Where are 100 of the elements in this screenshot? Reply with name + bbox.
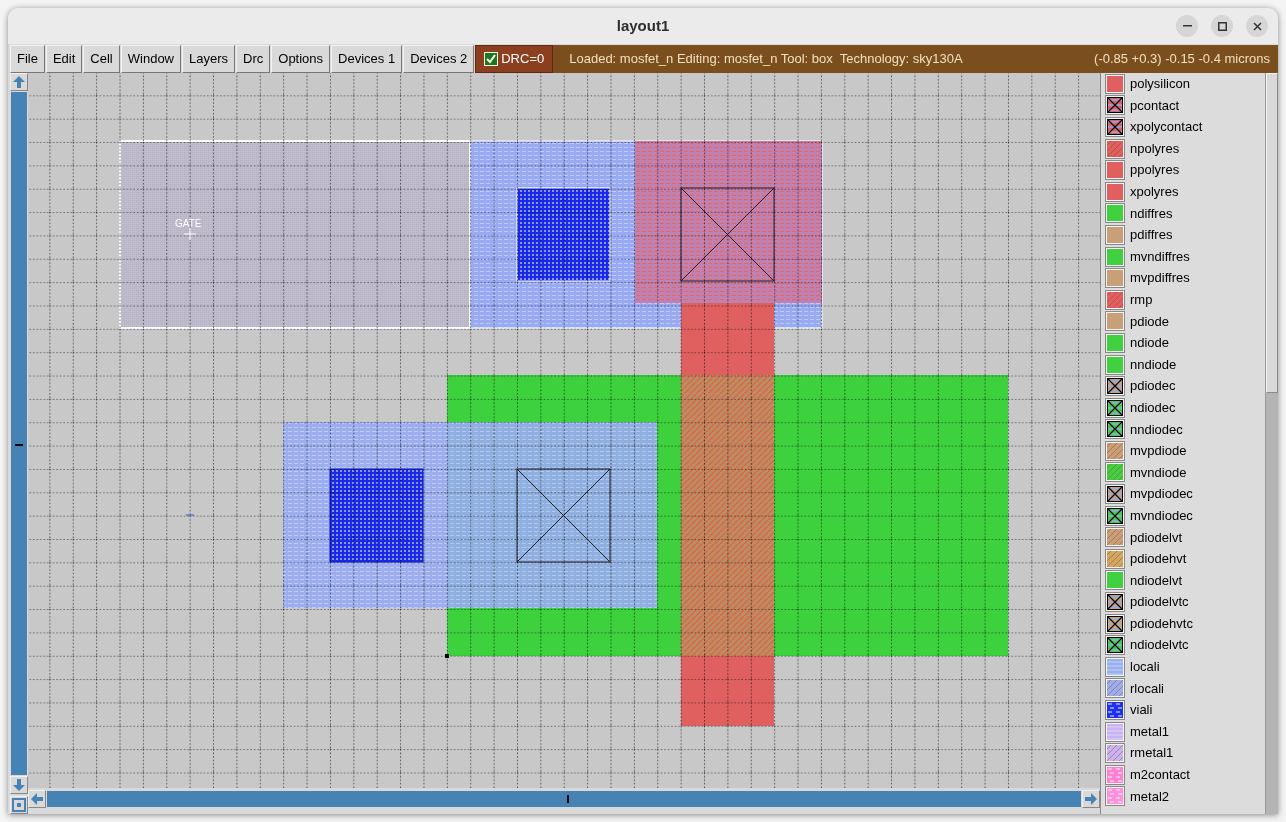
layer-swatch-icon: [1105, 743, 1125, 764]
layer-name[interactable]: locali: [1130, 657, 1160, 677]
layer-swatch-icon: [1105, 548, 1125, 569]
minimize-icon: [1182, 25, 1192, 27]
layer-name[interactable]: ndiodelvtc: [1130, 635, 1189, 655]
layer-swatch-icon: [1105, 635, 1125, 656]
layer-name[interactable]: rmp: [1130, 290, 1153, 310]
maximize-button[interactable]: [1211, 15, 1233, 37]
layer-name[interactable]: pdiffres: [1130, 225, 1173, 245]
layer-name[interactable]: metal1: [1130, 721, 1170, 742]
layer-swatch-icon: [1105, 268, 1125, 289]
layer-name[interactable]: pdiodehvtc: [1130, 613, 1193, 634]
layer-name[interactable]: pdiodec: [1130, 376, 1176, 396]
layer-swatch-icon: [1105, 160, 1125, 181]
layer-swatch-icon: [1105, 117, 1125, 137]
layer-swatch-icon: [1105, 700, 1125, 720]
layer-swatch-icon: [1105, 138, 1125, 159]
layer-swatch-icon: [1105, 397, 1125, 418]
layer-swatch-icon: [1105, 678, 1125, 699]
layer-name[interactable]: npolyres: [1130, 138, 1180, 159]
layer-list-scrollbar[interactable]: [1265, 73, 1278, 814]
minimize-button[interactable]: [1176, 15, 1198, 37]
layer-swatch-icon: [1105, 570, 1125, 591]
layer-swatch-icon: [1105, 95, 1125, 116]
gate-label: GATE: [175, 219, 202, 229]
menu-button[interactable]: Window: [120, 45, 181, 73]
layer-swatch-icon: [1105, 181, 1125, 202]
scroll-left-button[interactable]: [28, 790, 46, 808]
layer-name[interactable]: rmetal1: [1130, 743, 1174, 763]
layer-swatch-icon: [1105, 592, 1125, 613]
layer-name[interactable]: pdiode: [1130, 311, 1170, 332]
menu-button[interactable]: Edit: [45, 45, 83, 73]
layer-name[interactable]: pdiodehvt: [1130, 549, 1187, 569]
zoom-fit-button[interactable]: [10, 796, 28, 814]
maximize-icon: [1217, 21, 1227, 31]
status-message: Loaded: mosfet_n Editing: mosfet_n Tool: box Technology: sky130A: [569, 50, 963, 69]
layer-name[interactable]: ndiffres: [1130, 203, 1173, 224]
layer-name[interactable]: ndiodelvt: [1130, 570, 1183, 591]
cursor-coordinates: (-0.85 +0.3) -0.15 -0.4 microns: [1094, 50, 1270, 69]
close-button[interactable]: [1246, 15, 1268, 37]
layer-swatch-icon: [1105, 764, 1125, 785]
drc-toggle[interactable]: DRC=0: [475, 45, 554, 73]
arrow-left-icon: [31, 793, 43, 805]
scroll-right-button[interactable]: [1082, 790, 1100, 808]
scroll-down-button[interactable]: [10, 776, 28, 794]
layer-swatch-icon: [1105, 484, 1125, 505]
layer-swatch-icon: [1105, 246, 1125, 267]
corner-marker: [445, 654, 449, 658]
arrow-right-icon: [1085, 793, 1097, 805]
layer-name[interactable]: xpolycontact: [1130, 117, 1203, 137]
layer-name[interactable]: nndiode: [1130, 354, 1177, 375]
close-icon: [1252, 21, 1262, 31]
menu-button[interactable]: File: [10, 45, 45, 73]
scroll-up-button[interactable]: [10, 73, 28, 91]
layer-swatch-icon: [1105, 354, 1125, 375]
layer-swatch-icon: [1105, 289, 1125, 310]
arrow-up-icon: [13, 76, 25, 88]
layer-name[interactable]: xpolyres: [1130, 182, 1179, 202]
layer-swatch-icon: [1105, 332, 1125, 353]
checkbox[interactable]: [484, 52, 499, 66]
menu-button[interactable]: Layers: [182, 45, 236, 73]
layer-swatch-icon: [1105, 376, 1125, 397]
layer-swatch-icon: [1105, 721, 1125, 742]
layer-swatch-icon: [1105, 656, 1125, 677]
layer-name[interactable]: m2contact: [1130, 765, 1190, 785]
layer-name[interactable]: ndiodec: [1130, 397, 1176, 418]
layer-name[interactable]: mvndiode: [1130, 462, 1187, 483]
menu-button[interactable]: Devices 1: [331, 45, 403, 73]
layer-swatch-icon: [1105, 505, 1125, 526]
menu-button[interactable]: Cell: [83, 45, 120, 73]
square-target-icon: [12, 798, 26, 812]
layer-swatch-icon: [1105, 419, 1125, 440]
layer-name[interactable]: pcontact: [1130, 95, 1180, 116]
layer-name[interactable]: metal2: [1130, 786, 1170, 807]
menu-button[interactable]: Drc: [236, 45, 271, 73]
layer-swatch-icon: [1105, 224, 1125, 245]
menu-button[interactable]: Devices 2: [403, 45, 475, 73]
layer-name[interactable]: nndiodec: [1130, 419, 1183, 440]
layer-name[interactable]: ppolyres: [1130, 160, 1180, 180]
layer-swatch-icon: [1105, 311, 1125, 332]
layer-swatch-icon: [1105, 440, 1125, 461]
layer-name[interactable]: polysilicon: [1130, 74, 1190, 94]
layer-swatch-icon: [1105, 527, 1125, 548]
layer-name[interactable]: mvndiffres: [1130, 246, 1190, 267]
layer-swatch-icon: [1105, 613, 1125, 634]
layer-name[interactable]: mvpdiode: [1130, 441, 1187, 461]
layer-name[interactable]: rlocali: [1130, 678, 1164, 699]
layer-name[interactable]: mvndiodec: [1130, 505, 1193, 526]
layer-name[interactable]: pdiodelvt: [1130, 527, 1183, 547]
window-title: layout1: [616, 15, 670, 36]
menu-button[interactable]: Options: [271, 45, 331, 73]
layer-name[interactable]: mvpdiodec: [1130, 484, 1193, 504]
layer-name[interactable]: ndiode: [1130, 333, 1170, 353]
layer-name[interactable]: mvpdiffres: [1130, 268, 1190, 288]
layer-swatch-icon: [1105, 786, 1125, 807]
layer-name[interactable]: pdiodelvtc: [1130, 592, 1189, 612]
layer-swatch-icon: [1105, 462, 1125, 483]
arrow-down-icon: [13, 779, 25, 791]
layer-name[interactable]: viali: [1130, 700, 1153, 720]
layer-swatch-icon: [1105, 203, 1125, 224]
